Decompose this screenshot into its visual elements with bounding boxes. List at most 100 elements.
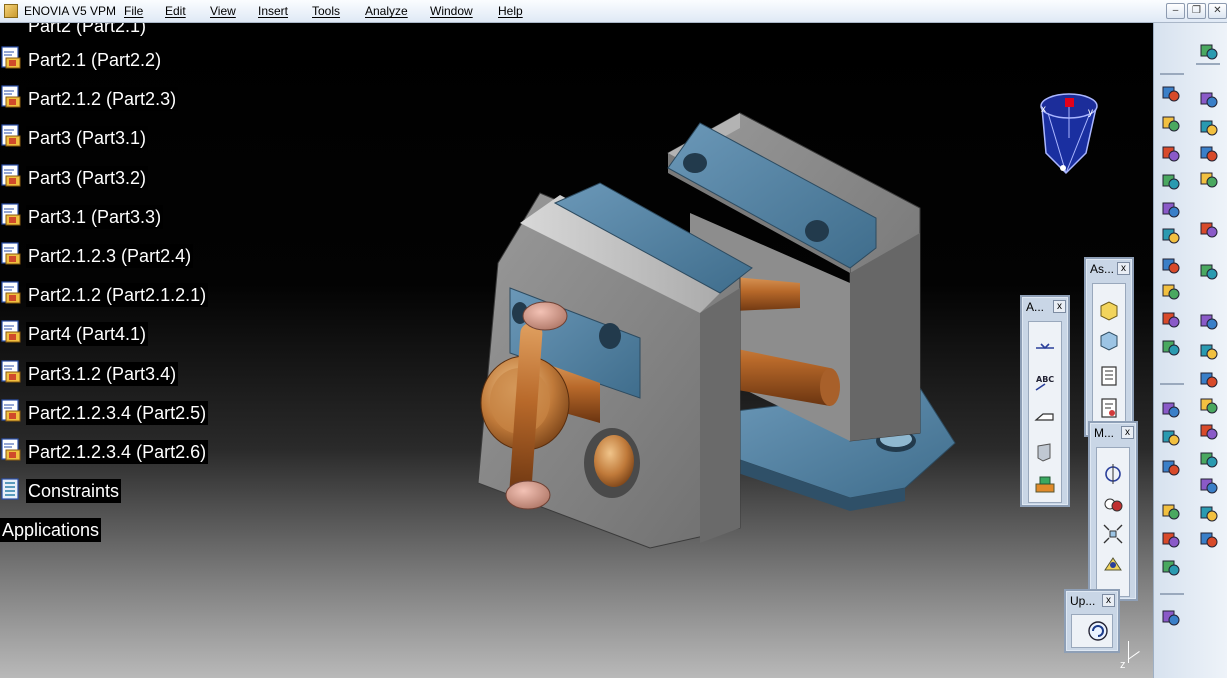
product-icon — [1, 203, 21, 226]
menu-help[interactable]: Help — [498, 4, 523, 18]
gear-advanced-icon[interactable] — [1198, 529, 1220, 551]
update-icon[interactable] — [1086, 619, 1110, 643]
product-icon — [1, 163, 21, 187]
toolbar-close-button[interactable]: x — [1053, 300, 1066, 313]
menu-edit[interactable]: Edit — [165, 4, 186, 18]
publish-icon[interactable] — [1198, 395, 1220, 417]
sketch-annotation-icon[interactable] — [1033, 336, 1057, 360]
new-component-icon[interactable] — [1097, 298, 1121, 322]
menu-window[interactable]: Window — [430, 4, 473, 18]
part-design-icon[interactable] — [1198, 117, 1220, 139]
select-icon[interactable] — [1198, 219, 1220, 241]
tree-item-label: Part3 (Part3.2) — [26, 165, 149, 190]
close-button[interactable]: ✕ — [1208, 3, 1227, 19]
sketch-icon[interactable] — [1160, 171, 1182, 193]
vise-assembly-model[interactable] — [0, 23, 1153, 678]
menu-file[interactable]: File — [124, 4, 143, 18]
snap-icon[interactable] — [1101, 492, 1125, 516]
green-product-icon[interactable] — [1160, 457, 1182, 479]
toolbar-separator — [1160, 73, 1184, 75]
tree-item-label: Constraints — [26, 479, 122, 504]
product-icon — [1, 124, 21, 147]
minimize-button[interactable]: – — [1166, 3, 1185, 19]
product-icon — [1, 85, 21, 108]
bill-of-material-icon[interactable] — [1097, 396, 1121, 420]
menu-insert[interactable]: Insert — [258, 4, 288, 18]
toolbar-body — [1092, 283, 1126, 433]
product-icon — [1, 46, 21, 69]
space-analysis-icon[interactable] — [1160, 557, 1182, 579]
refresh-icon[interactable] — [1160, 309, 1182, 331]
book-icon[interactable] — [1160, 607, 1182, 629]
tree-item-label: Part2 (Part2.1) — [26, 23, 149, 38]
3d-viewport[interactable]: x y z Part2 (Part2.1) Part2.1 (Part2.2) P… — [0, 23, 1153, 678]
toolbar-body: ABC — [1028, 321, 1062, 503]
drawing-icon[interactable] — [1198, 143, 1220, 165]
menu-tools[interactable]: Tools — [312, 4, 340, 18]
tree-expand-icon[interactable] — [1198, 449, 1220, 471]
tree-item-label: Part2.1.2.3.4 (Part2.6) — [26, 440, 209, 464]
knowledge-icon[interactable] — [1198, 369, 1220, 391]
stop-manipulate-icon[interactable] — [1101, 552, 1125, 576]
mesh-icon[interactable] — [1160, 337, 1182, 359]
toolbar-title: As... — [1090, 262, 1115, 276]
gear-multi-icon[interactable] — [1198, 311, 1220, 333]
right-toolbar — [1153, 23, 1227, 678]
insert-product-icon[interactable] — [1160, 427, 1182, 449]
text-formula-icon[interactable] — [1198, 421, 1220, 443]
explode-icon[interactable] — [1101, 522, 1125, 546]
move-toolbar[interactable]: M... x — [1088, 421, 1138, 601]
product-icon — [1, 242, 21, 265]
3d-note-icon[interactable] — [1033, 440, 1057, 464]
spec-tree-icon[interactable] — [1160, 83, 1182, 105]
text-abc-icon[interactable]: ABC — [1033, 370, 1057, 394]
product-structure-icon[interactable] — [1097, 364, 1121, 388]
product-icon — [1, 281, 21, 304]
link-icon[interactable] — [1160, 281, 1182, 303]
toolbar-title: Up... — [1070, 594, 1096, 608]
tree-item-label: Part3.1.2 (Part3.4) — [26, 361, 179, 386]
clip-icon[interactable] — [1160, 225, 1182, 247]
product-box-icon[interactable] — [1160, 255, 1182, 277]
toolbar-separator — [1196, 63, 1220, 65]
restore-button[interactable]: ❐ — [1187, 3, 1206, 19]
menu-view[interactable]: View — [210, 4, 236, 18]
toolbar-close-button[interactable]: x — [1102, 594, 1115, 607]
toolbar-close-button[interactable]: x — [1117, 262, 1130, 275]
tree-item-label: Part3 (Part3.1) — [26, 126, 149, 151]
tree-item-label: Applications — [0, 518, 102, 543]
toolbar-body — [1071, 614, 1113, 648]
analysis-icon[interactable] — [1160, 501, 1182, 523]
gear-assembly-icon[interactable] — [1198, 261, 1220, 283]
catalog-icon[interactable] — [1198, 41, 1220, 63]
hierarchy-icon[interactable] — [1198, 503, 1220, 525]
structure-icon[interactable] — [1198, 475, 1220, 497]
compass-icon[interactable] — [1040, 93, 1098, 175]
menu-analyze[interactable]: Analyze — [365, 4, 408, 18]
section-icon[interactable] — [1160, 529, 1182, 551]
toolbar-separator — [1160, 383, 1184, 385]
update-toolbar[interactable]: Up... x — [1064, 589, 1120, 653]
constraint-icon[interactable] — [1160, 143, 1182, 165]
properties-icon[interactable] — [1198, 89, 1220, 111]
anchor-icon[interactable] — [1160, 199, 1182, 221]
flag-note-icon[interactable] — [1033, 406, 1057, 430]
toolbar-close-button[interactable]: x — [1121, 426, 1134, 439]
toolbar-body — [1096, 447, 1130, 597]
axis-z-label: z — [1120, 659, 1126, 671]
existing-component-icon[interactable] — [1097, 328, 1121, 352]
cursor-icon[interactable] — [1198, 169, 1220, 191]
annotation-toolbar[interactable]: A... x ABC — [1020, 295, 1070, 507]
assembly-toolbar[interactable]: As... x — [1084, 257, 1134, 437]
tree-item-label: Part4 (Part4.1) — [26, 322, 149, 347]
app-title: ENOVIA V5 VPM — [24, 4, 117, 18]
product-icon — [1, 359, 21, 383]
tree-item-label: Part2.1.2.3 (Part2.4) — [26, 244, 194, 268]
gear-product-icon[interactable] — [1160, 399, 1182, 421]
workbench-icon[interactable] — [1033, 472, 1057, 496]
manipulation-icon[interactable] — [1101, 462, 1125, 486]
toolbar-separator — [1160, 593, 1184, 595]
part-icon[interactable] — [1160, 113, 1182, 135]
menu-bar: ENOVIA V5 VPM File Edit View Insert Tool… — [0, 0, 1227, 23]
gear-set-icon[interactable] — [1198, 341, 1220, 363]
